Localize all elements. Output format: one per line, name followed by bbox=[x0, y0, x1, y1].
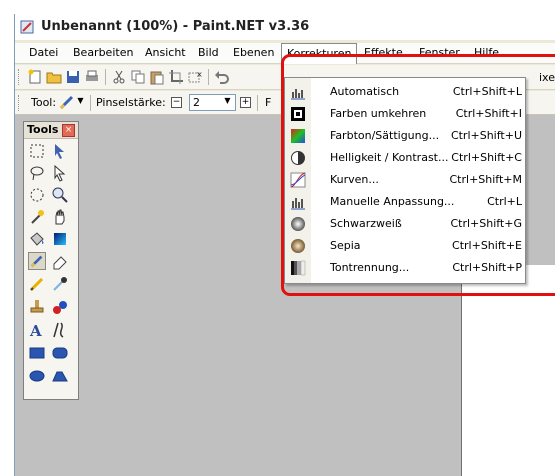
toolbar-grip[interactable] bbox=[18, 69, 22, 85]
toolbar-grip[interactable] bbox=[18, 95, 22, 111]
ellipse-shape-icon[interactable] bbox=[28, 367, 46, 385]
menu-bearbeiten[interactable]: Bearbeiten bbox=[72, 46, 134, 59]
open-folder-icon[interactable] bbox=[46, 69, 62, 85]
toolbar-separator bbox=[105, 69, 106, 85]
toolbar-separator bbox=[208, 69, 209, 85]
move-selection-outline-icon[interactable] bbox=[51, 164, 69, 182]
brush-width-dropdown-arrow-icon[interactable]: ▼ bbox=[223, 95, 232, 107]
red-highlight-frame bbox=[281, 54, 555, 296]
image-canvas[interactable] bbox=[461, 265, 555, 476]
clone-stamp-icon[interactable] bbox=[28, 298, 46, 316]
deselect-icon[interactable]: × bbox=[187, 69, 203, 85]
fill-label-fragment: F bbox=[265, 96, 272, 109]
brush-width-decrease-button[interactable]: − bbox=[171, 97, 182, 108]
print-icon[interactable] bbox=[84, 69, 100, 85]
zoom-icon[interactable] bbox=[51, 186, 69, 204]
paintbrush-tool-selected[interactable] bbox=[28, 252, 46, 270]
menu-bild[interactable]: Bild bbox=[197, 46, 220, 59]
lasso-select-icon[interactable] bbox=[28, 164, 46, 182]
move-selection-icon[interactable] bbox=[51, 142, 69, 160]
copy-icon[interactable] bbox=[130, 69, 146, 85]
app-window: Unbenannt (100%) - Paint.NET v3.36 Datei… bbox=[14, 14, 555, 476]
pencil-icon[interactable] bbox=[28, 275, 46, 293]
rectangle-shape-icon[interactable] bbox=[28, 344, 46, 362]
gradient-icon[interactable] bbox=[51, 230, 69, 248]
brush-width-increase-button[interactable]: + bbox=[240, 97, 251, 108]
svg-text:A: A bbox=[29, 322, 42, 339]
brush-width-label: Pinselstärke: bbox=[96, 96, 166, 109]
save-icon[interactable] bbox=[65, 69, 81, 85]
paintbrush-icon bbox=[30, 255, 43, 268]
text-icon[interactable]: A bbox=[28, 321, 46, 339]
paste-icon[interactable] bbox=[149, 69, 165, 85]
menu-datei[interactable]: Datei bbox=[28, 46, 59, 59]
window-title: Unbenannt (100%) - Paint.NET v3.36 bbox=[41, 19, 310, 34]
tools-panel-close-button[interactable]: × bbox=[62, 124, 75, 137]
toolbar-separator bbox=[257, 95, 258, 111]
tool-dropdown-arrow-icon[interactable]: ▼ bbox=[76, 95, 85, 107]
tools-panel-title: Tools bbox=[27, 123, 59, 136]
eraser-icon[interactable] bbox=[51, 252, 69, 270]
pan-hand-icon[interactable] bbox=[51, 208, 69, 226]
crop-icon[interactable] bbox=[168, 69, 184, 85]
svg-text:×: × bbox=[196, 70, 203, 79]
title-bar: Unbenannt (100%) - Paint.NET v3.36 bbox=[15, 14, 555, 40]
magic-wand-icon[interactable] bbox=[28, 208, 46, 226]
tool-label: Tool: bbox=[31, 96, 57, 109]
recolor-icon[interactable] bbox=[51, 298, 69, 316]
paint-bucket-icon[interactable] bbox=[28, 230, 46, 248]
rectangle-select-icon[interactable] bbox=[28, 142, 46, 160]
rounded-rectangle-icon[interactable] bbox=[51, 344, 69, 362]
menu-ebenen[interactable]: Ebenen bbox=[232, 46, 275, 59]
tools-panel-header[interactable]: Tools × bbox=[24, 122, 78, 139]
toolbar-separator bbox=[90, 95, 91, 111]
color-picker-icon[interactable] bbox=[51, 275, 69, 293]
line-curve-icon[interactable] bbox=[51, 321, 69, 339]
cut-icon[interactable] bbox=[111, 69, 127, 85]
freeform-shape-icon[interactable] bbox=[51, 367, 69, 385]
undo-icon[interactable] bbox=[214, 69, 230, 85]
menu-ansicht[interactable]: Ansicht bbox=[144, 46, 187, 59]
new-document-icon[interactable] bbox=[27, 69, 43, 85]
tools-panel: Tools × A bbox=[23, 121, 79, 400]
ellipse-select-icon[interactable] bbox=[28, 186, 46, 204]
paint-net-app-icon bbox=[20, 20, 34, 34]
current-tool-brush-icon[interactable] bbox=[59, 94, 75, 110]
